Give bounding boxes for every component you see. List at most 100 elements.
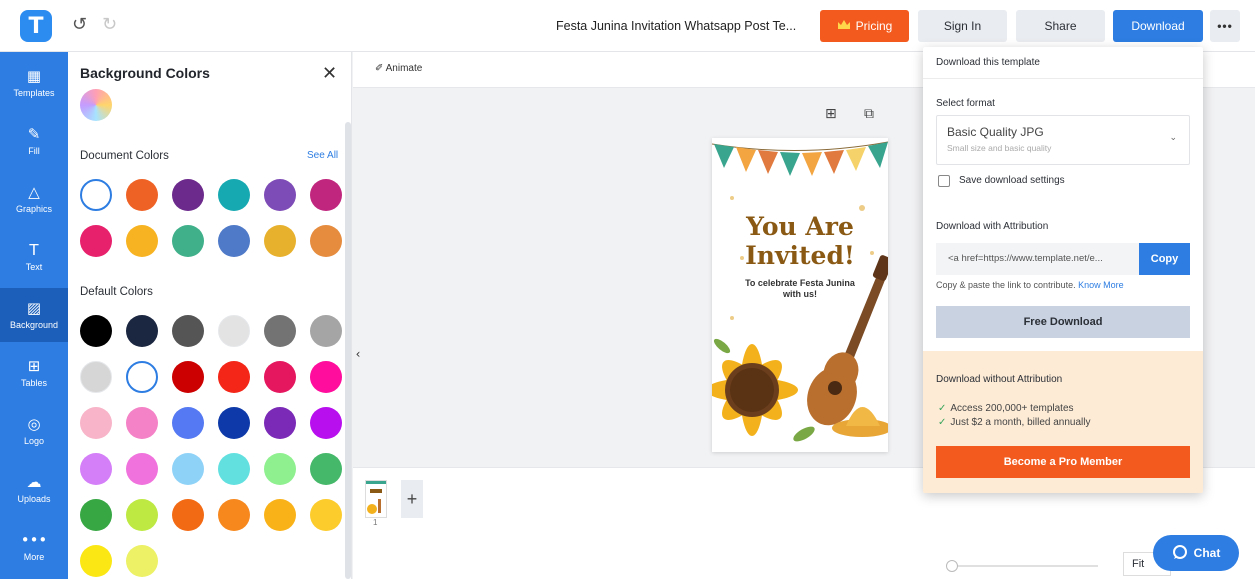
thumbnail-preview (366, 481, 386, 514)
color-swatch[interactable] (218, 361, 250, 393)
save-settings-checkbox[interactable] (938, 175, 950, 187)
format-select[interactable]: Basic Quality JPG Small size and basic q… (936, 115, 1190, 165)
color-swatch[interactable] (80, 315, 112, 347)
color-swatch[interactable] (264, 361, 296, 393)
color-swatch[interactable] (264, 315, 296, 347)
color-swatch[interactable] (218, 453, 250, 485)
copy-button[interactable]: Copy (1139, 243, 1190, 275)
panel-scrollbar[interactable] (345, 122, 351, 579)
see-all-link[interactable]: See All (307, 150, 338, 161)
page-thumbnail[interactable] (365, 480, 387, 518)
chevron-down-icon: ⌄ (1169, 133, 1177, 143)
color-swatch[interactable] (172, 179, 204, 211)
undo-icon[interactable]: ↺ (72, 14, 87, 35)
design-canvas[interactable]: You Are Invited! To celebrate Festa Juni… (712, 138, 888, 452)
sidebar-item-logo[interactable]: ◎ Logo (0, 404, 68, 458)
become-pro-button[interactable]: Become a Pro Member (936, 446, 1190, 478)
sign-in-button[interactable]: Sign In (918, 10, 1007, 42)
color-swatch[interactable] (264, 453, 296, 485)
color-swatch[interactable] (264, 179, 296, 211)
color-swatch[interactable] (126, 453, 158, 485)
page-number: 1 (373, 518, 378, 527)
chat-button[interactable]: Chat (1153, 535, 1239, 571)
attribution-code-field[interactable]: <a href=https://www.template.net/e... (936, 243, 1139, 275)
sidebar-item-label: Fill (28, 146, 40, 156)
add-page-button[interactable]: + (401, 480, 423, 518)
pro-section: Download without Attribution ✓ Access 200… (923, 351, 1203, 493)
know-more-link[interactable]: Know More (1078, 280, 1124, 290)
color-swatch[interactable] (310, 453, 342, 485)
sidebar-item-uploads[interactable]: ☁ Uploads (0, 462, 68, 516)
color-swatch[interactable] (172, 499, 204, 531)
color-swatch[interactable] (264, 407, 296, 439)
color-swatch[interactable] (80, 545, 112, 577)
sidebar-item-text[interactable]: T Text (0, 230, 68, 284)
color-swatch[interactable] (126, 407, 158, 439)
color-swatch[interactable] (172, 315, 204, 347)
color-swatch[interactable] (218, 225, 250, 257)
color-swatch[interactable] (80, 499, 112, 531)
color-swatch[interactable] (126, 545, 158, 577)
sidebar-item-templates[interactable]: ▦ Templates (0, 56, 68, 110)
add-page-icon[interactable]: ⊞ (825, 106, 837, 122)
color-swatch[interactable] (172, 225, 204, 257)
card-subtitle[interactable]: To celebrate Festa Junina with us! (742, 278, 858, 300)
collapse-panel-icon[interactable]: ‹ (352, 340, 364, 368)
sidebar-item-more[interactable]: ••• More (0, 520, 68, 574)
color-swatch[interactable] (172, 407, 204, 439)
color-swatch[interactable] (310, 315, 342, 347)
color-swatch[interactable] (218, 407, 250, 439)
color-swatch[interactable] (126, 225, 158, 257)
color-swatch[interactable] (80, 361, 112, 393)
color-swatch[interactable] (264, 225, 296, 257)
shapes-icon: △ (28, 183, 40, 201)
card-title-line1[interactable]: You Are (712, 212, 888, 241)
animate-icon: ✐ (375, 63, 386, 74)
free-download-button[interactable]: Free Download (936, 306, 1190, 338)
logo-icon: ◎ (27, 415, 41, 433)
download-button[interactable]: Download (1113, 10, 1203, 42)
color-swatch[interactable] (310, 179, 342, 211)
color-swatch[interactable] (264, 499, 296, 531)
panel-title: Background Colors (80, 65, 210, 81)
color-swatch[interactable] (310, 361, 342, 393)
sidebar-item-label: Tables (20, 378, 47, 388)
color-swatch[interactable] (126, 315, 158, 347)
attribution-hint: Copy & paste the link to contribute. Kno… (936, 280, 1124, 290)
close-icon[interactable]: ✕ (322, 63, 337, 84)
sidebar-item-fill[interactable]: ✎ Fill (0, 114, 68, 168)
sidebar-item-background[interactable]: ▨ Background (0, 288, 68, 342)
color-swatch[interactable] (218, 315, 250, 347)
animate-button[interactable]: ✐ Animate (375, 63, 422, 74)
more-options-button[interactable]: ••• (1210, 10, 1240, 42)
card-title-line2[interactable]: Invited! (712, 241, 888, 270)
duplicate-page-icon[interactable]: ⧉ (864, 106, 874, 122)
color-swatch[interactable] (80, 225, 112, 257)
color-swatch[interactable] (310, 225, 342, 257)
color-swatch[interactable] (126, 499, 158, 531)
color-swatch[interactable] (80, 179, 112, 211)
color-swatch[interactable] (80, 453, 112, 485)
sidebar-item-graphics[interactable]: △ Graphics (0, 172, 68, 226)
sidebar-item-label: Graphics (15, 204, 52, 214)
benefit-item: ✓ Just $2 a month, billed annually (938, 417, 1090, 428)
color-swatch[interactable] (172, 361, 204, 393)
gradient-color-picker[interactable] (80, 89, 112, 121)
app-logo[interactable]: T (20, 10, 52, 42)
redo-icon[interactable]: ↻ (102, 14, 117, 35)
zoom-slider-handle[interactable] (946, 560, 958, 572)
color-swatch[interactable] (80, 407, 112, 439)
color-swatch[interactable] (218, 179, 250, 211)
chat-label: Chat (1193, 546, 1221, 560)
color-swatch[interactable] (126, 361, 158, 393)
document-title[interactable]: Festa Junina Invitation Whatsapp Post Te… (556, 19, 796, 33)
sidebar-item-tables[interactable]: ⊞ Tables (0, 346, 68, 400)
color-swatch[interactable] (310, 407, 342, 439)
share-button[interactable]: Share (1016, 10, 1105, 42)
color-swatch[interactable] (126, 179, 158, 211)
color-swatch[interactable] (310, 499, 342, 531)
pricing-button[interactable]: Pricing (820, 10, 909, 42)
color-swatch[interactable] (218, 499, 250, 531)
color-swatch[interactable] (172, 453, 204, 485)
zoom-slider-track[interactable] (958, 565, 1098, 567)
